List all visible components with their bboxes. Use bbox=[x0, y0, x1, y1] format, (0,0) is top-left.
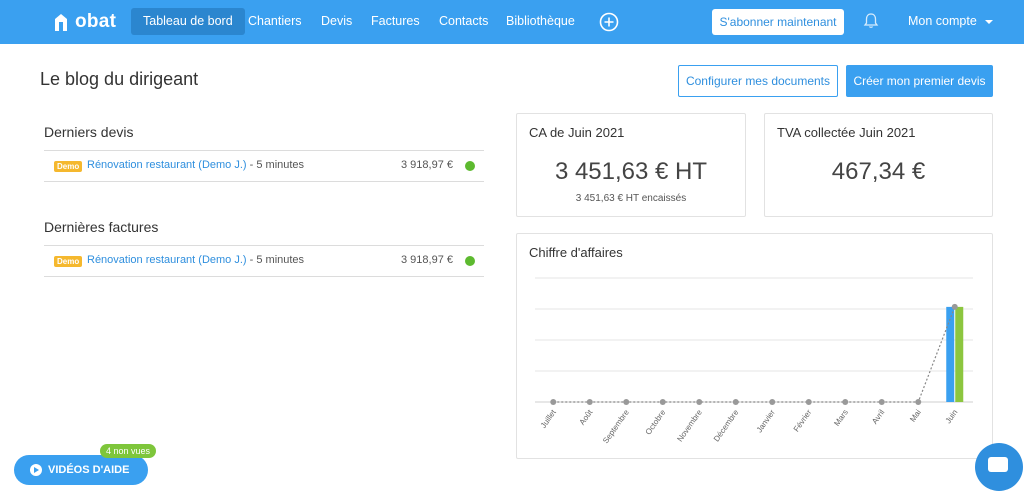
nav-contacts[interactable]: Contacts bbox=[427, 8, 500, 35]
recent-invoices-title: Dernières factures bbox=[44, 219, 159, 235]
chart-point bbox=[805, 399, 812, 405]
chart-point bbox=[696, 399, 703, 405]
chart-point bbox=[878, 399, 885, 405]
help-videos-label: VIDÉOS D'AIDE bbox=[48, 464, 130, 476]
quote-name[interactable]: Rénovation restaurant (Demo J.) bbox=[87, 159, 247, 171]
status-dot bbox=[465, 256, 475, 266]
revenue-chart-card: Chiffre d'affaires Juillet Août Septembre O… bbox=[516, 233, 993, 459]
x-tick-label: Juin bbox=[944, 408, 960, 425]
configure-documents-button[interactable]: Configurer mes documents bbox=[678, 65, 838, 97]
bell-icon[interactable] bbox=[862, 12, 880, 30]
demo-badge: Demo bbox=[54, 256, 83, 267]
nav-devis[interactable]: Devis bbox=[309, 8, 364, 35]
chart-point bbox=[732, 399, 739, 405]
quote-time: - 5 minutes bbox=[246, 159, 305, 171]
x-tick-label: Septembre bbox=[601, 408, 631, 446]
revenue-chart: Juillet Août Septembre Octobre Novembre Décem… bbox=[535, 277, 973, 446]
invoice-amount: 3 918,97 € bbox=[401, 254, 453, 266]
invoice-link[interactable]: Rénovation restaurant (Demo J.) - 5 minu… bbox=[87, 254, 304, 266]
revenue-card: CA de Juin 2021 3 451,63 € HT 3 451,63 €… bbox=[516, 113, 746, 217]
quote-amount: 3 918,97 € bbox=[401, 159, 453, 171]
page-title: Le blog du dirigeant bbox=[40, 69, 199, 89]
chat-bubble-icon bbox=[988, 457, 1008, 472]
x-tick-label: Juillet bbox=[539, 407, 559, 430]
chart-point bbox=[659, 399, 666, 405]
chart-bar bbox=[955, 306, 964, 402]
chart-point bbox=[586, 399, 593, 405]
x-tick-label: Février bbox=[792, 408, 814, 434]
recent-quotes-title: Derniers devis bbox=[44, 124, 134, 140]
subscribe-button[interactable]: S'abonner maintenant bbox=[712, 9, 844, 35]
x-tick-label: Mai bbox=[908, 408, 923, 424]
plus-circle-icon[interactable] bbox=[599, 12, 619, 32]
x-tick-label: Janvier bbox=[755, 408, 777, 435]
nav-bibliotheque[interactable]: Bibliothèque bbox=[494, 8, 587, 35]
vat-card: TVA collectée Juin 2021 467,34 € bbox=[764, 113, 993, 217]
chart-point bbox=[951, 303, 958, 310]
invoice-time: - 5 minutes bbox=[246, 254, 305, 266]
revenue-collected: 3 451,63 € HT encaissés bbox=[575, 193, 687, 204]
chart-point bbox=[769, 399, 776, 405]
chart-bar bbox=[946, 306, 955, 402]
x-tick-label: Mars bbox=[832, 408, 850, 428]
x-tick-label: Novembre bbox=[675, 408, 704, 444]
revenue-card-title: CA de Juin 2021 bbox=[529, 125, 625, 140]
chart-point bbox=[842, 399, 849, 405]
revenue-value: 3 451,63 € HT bbox=[554, 158, 708, 185]
status-dot bbox=[465, 161, 475, 171]
chart-point bbox=[623, 399, 630, 405]
quote-link[interactable]: Rénovation restaurant (Demo J.) - 5 minu… bbox=[87, 159, 304, 171]
logo-icon bbox=[55, 14, 67, 31]
nav-factures[interactable]: Factures bbox=[359, 8, 432, 35]
quote-row[interactable]: Demo Rénovation restaurant (Demo J.) - 5… bbox=[44, 150, 484, 182]
create-first-quote-button[interactable]: Créer mon premier devis bbox=[846, 65, 993, 97]
x-tick-label: Octobre bbox=[644, 408, 668, 437]
invoice-row[interactable]: Demo Rénovation restaurant (Demo J.) - 5… bbox=[44, 245, 484, 277]
nav-chantiers[interactable]: Chantiers bbox=[236, 8, 314, 35]
x-tick-label: Août bbox=[578, 407, 595, 426]
help-videos-button[interactable]: VIDÉOS D'AIDE bbox=[14, 455, 148, 485]
obat-logo[interactable]: obat bbox=[54, 11, 116, 33]
vat-value: 467,34 € bbox=[831, 158, 926, 185]
invoice-name[interactable]: Rénovation restaurant (Demo J.) bbox=[87, 254, 247, 266]
play-icon bbox=[30, 464, 42, 476]
x-tick-label: Décembre bbox=[712, 408, 741, 444]
chart-point bbox=[550, 399, 557, 405]
unseen-videos-badge: 4 non vues bbox=[100, 444, 157, 458]
nav-tableau-de-bord[interactable]: Tableau de bord bbox=[131, 8, 245, 35]
chevron-down-icon bbox=[984, 19, 993, 24]
x-tick-label: Avril bbox=[870, 408, 886, 426]
chart-line bbox=[553, 306, 956, 403]
vat-card-title: TVA collectée Juin 2021 bbox=[777, 125, 916, 140]
account-menu[interactable]: Mon compte bbox=[908, 8, 993, 35]
brand-name: obat bbox=[75, 11, 117, 32]
account-label: Mon compte bbox=[908, 14, 977, 28]
demo-badge: Demo bbox=[54, 161, 83, 172]
top-navbar: obat Tableau de bord Chantiers Devis Fac… bbox=[0, 0, 1024, 44]
chart-point bbox=[915, 399, 922, 405]
chat-icon[interactable] bbox=[975, 443, 1023, 491]
